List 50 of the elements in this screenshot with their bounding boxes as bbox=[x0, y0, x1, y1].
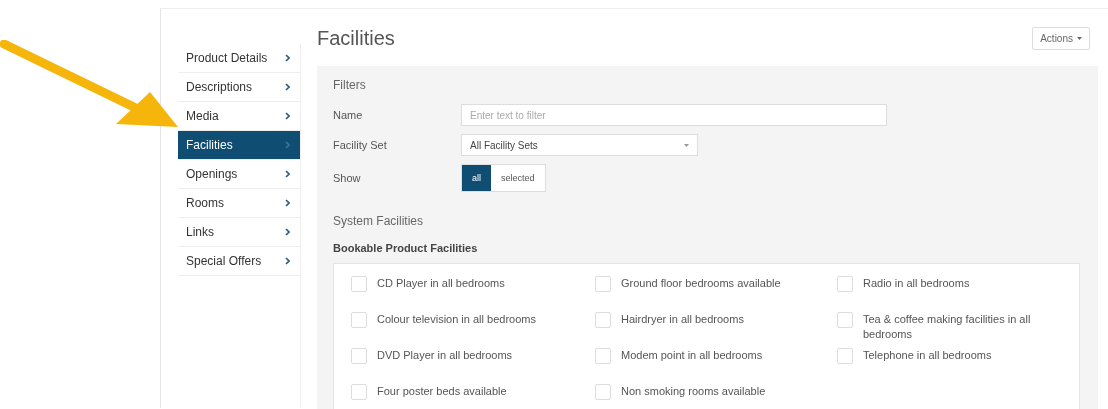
name-filter-field[interactable]: Enter text to filter bbox=[461, 104, 887, 126]
facility-label: DVD Player in all bedrooms bbox=[377, 348, 513, 363]
group-title: Bookable Product Facilities bbox=[333, 242, 479, 254]
sidebar-item[interactable]: Facilities bbox=[178, 131, 300, 160]
actions-button[interactable]: Actions bbox=[1032, 27, 1090, 50]
checkbox[interactable] bbox=[595, 312, 611, 328]
checkbox[interactable] bbox=[595, 348, 611, 364]
facility-label: Non smoking rooms available bbox=[621, 384, 766, 399]
facility-label: Radio in all bedrooms bbox=[863, 276, 970, 291]
facility-label: Hairdryer in all bedrooms bbox=[621, 312, 744, 327]
chevron-right-icon bbox=[285, 141, 290, 149]
checkbox[interactable] bbox=[837, 276, 853, 292]
field-label: Show bbox=[333, 172, 362, 184]
field-label: Facility Set bbox=[333, 139, 388, 151]
facility-label: Four poster beds available bbox=[377, 384, 507, 399]
checkbox[interactable] bbox=[351, 348, 367, 364]
page-title: Facilities bbox=[317, 27, 395, 50]
facility-label: CD Player in all bedrooms bbox=[377, 276, 505, 291]
sidebar-item[interactable]: Descriptions bbox=[178, 73, 300, 102]
checkbox[interactable] bbox=[837, 312, 853, 328]
facility-label: Ground floor bedrooms available bbox=[621, 276, 781, 291]
field-label: Name bbox=[333, 109, 364, 121]
caret-icon bbox=[1077, 37, 1082, 40]
sidebar-item[interactable]: Rooms bbox=[178, 189, 300, 218]
sidebar-item[interactable]: Special Offers bbox=[178, 247, 300, 276]
checkbox[interactable] bbox=[351, 276, 367, 292]
show-toggle-option[interactable]: all bbox=[462, 165, 491, 191]
checkbox[interactable] bbox=[351, 312, 367, 328]
chevron-right-icon bbox=[285, 112, 290, 120]
section-heading: System Facilities bbox=[333, 214, 425, 228]
checkbox[interactable] bbox=[595, 384, 611, 400]
checkbox[interactable] bbox=[351, 384, 367, 400]
chevron-right-icon bbox=[285, 228, 290, 236]
filters-heading: Filters bbox=[333, 78, 367, 92]
chevron-right-icon bbox=[285, 257, 290, 265]
facility-label: Colour television in all bedrooms bbox=[377, 312, 536, 327]
facility-label: Tea & coffee making facilities in all bedrooms bbox=[863, 312, 1032, 342]
chevron-right-icon bbox=[285, 54, 290, 62]
chevron-right-icon bbox=[285, 83, 290, 91]
chevron-right-icon bbox=[285, 199, 290, 207]
checkbox[interactable] bbox=[595, 276, 611, 292]
checkbox[interactable] bbox=[837, 348, 853, 364]
chevron-right-icon bbox=[285, 170, 290, 178]
sidebar-item[interactable]: Openings bbox=[178, 160, 300, 189]
facility-label: Modem point in all bedrooms bbox=[621, 348, 763, 363]
sidebar-item[interactable]: Links bbox=[178, 218, 300, 247]
caret-icon bbox=[684, 143, 689, 147]
facility-label: Telephone in all bedrooms bbox=[863, 348, 992, 363]
facility-set-dropdown[interactable]: All Facility Sets bbox=[461, 134, 698, 156]
sidebar-item[interactable]: Product Details bbox=[178, 44, 300, 73]
